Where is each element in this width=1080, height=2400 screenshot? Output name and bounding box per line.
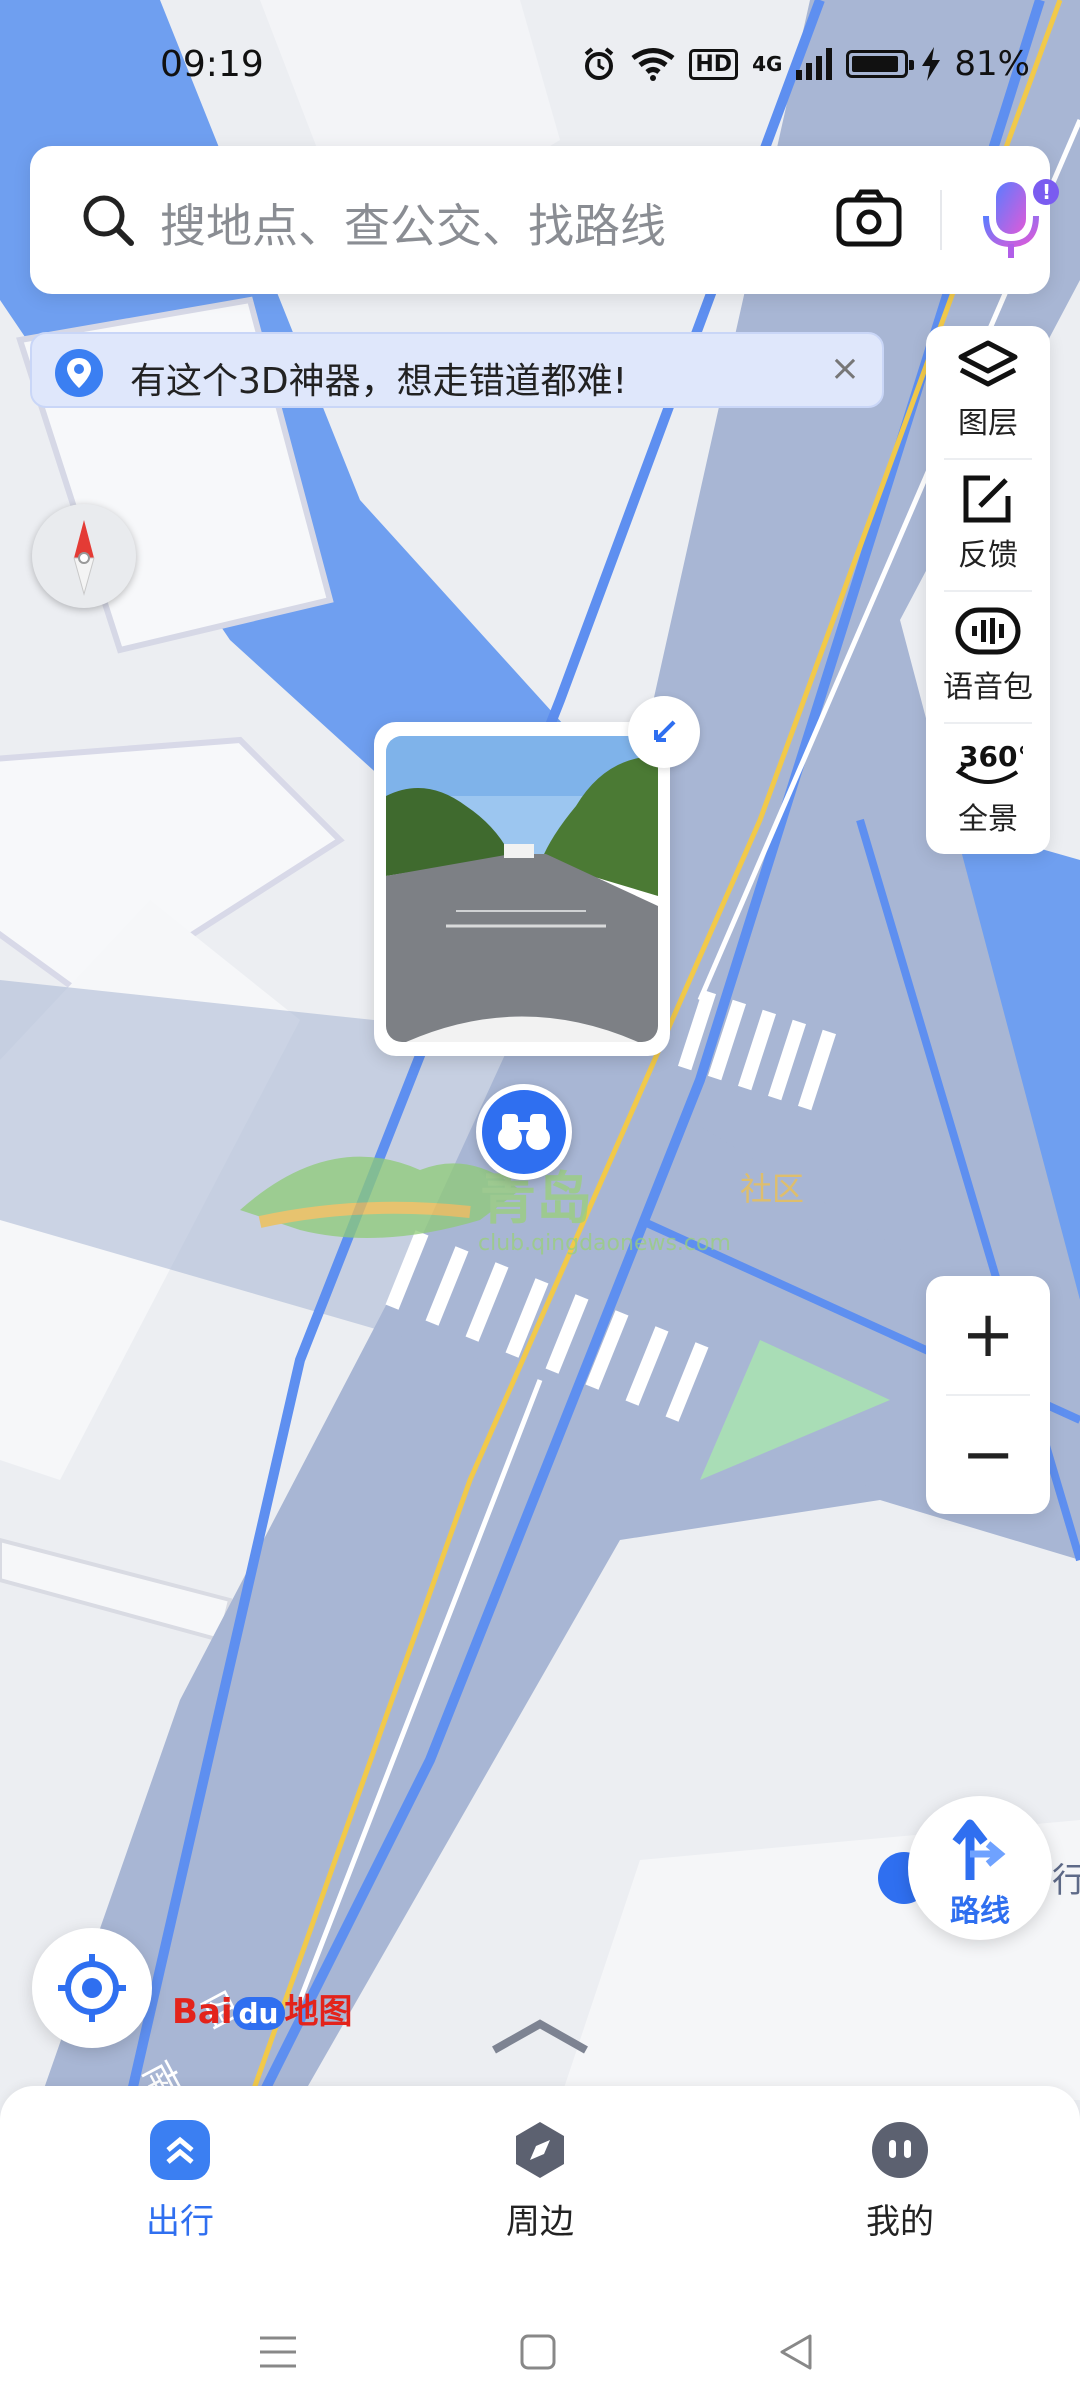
feedback-icon [963, 475, 1011, 523]
back-icon[interactable] [776, 2332, 816, 2372]
battery-percent: 81% [954, 44, 1030, 84]
search-bar[interactable]: 搜地点、查公交、找路线 ! [30, 146, 1059, 294]
my-location-button[interactable] [32, 1928, 152, 2048]
map-toolbar: 图层 反馈 语音包 360° 全景 [926, 326, 1050, 854]
layers-icon [958, 340, 1018, 387]
menu-icon[interactable] [258, 2332, 298, 2372]
system-nav-bar [0, 2228, 1080, 2400]
route-arrow-icon [952, 1819, 1006, 1880]
crosshair-icon [58, 1954, 126, 2022]
chevron-up-icon[interactable] [490, 2016, 590, 2056]
voice-pack-button[interactable]: 语音包 [926, 590, 1050, 722]
signal-icon [796, 48, 833, 80]
panorama-icon: 360° [955, 740, 1023, 784]
location-pin-icon [55, 349, 103, 397]
voice-pack-icon [955, 607, 1021, 655]
battery-icon [846, 50, 915, 78]
microphone-icon[interactable]: ! [974, 176, 1060, 266]
search-divider [940, 190, 942, 250]
alarm-icon [585, 47, 614, 80]
tab-travel[interactable]: 出行 [80, 2120, 280, 2243]
compass-needle-icon [73, 520, 95, 596]
layers-button[interactable]: 图层 [926, 326, 1050, 458]
home-icon[interactable] [518, 2332, 558, 2372]
zoom-in-button[interactable]: + [926, 1276, 1050, 1394]
zoom-controls: + − [926, 1276, 1050, 1514]
tab-nearby[interactable]: 周边 [440, 2120, 640, 2243]
layers-label: 图层 [958, 406, 1018, 441]
search-icon [83, 195, 134, 246]
travel-icon [150, 2120, 210, 2180]
zoom-out-button[interactable]: − [926, 1396, 1050, 1514]
status-time: 09:19 [160, 44, 264, 85]
map-edge-label: 行 [1052, 1861, 1080, 1901]
panorama-badge: 360° [959, 740, 1023, 773]
profile-icon [870, 2120, 930, 2180]
route-button[interactable]: 路线 [908, 1796, 1052, 1940]
voice-pack-label: 语音包 [943, 670, 1033, 705]
street-view-marker[interactable] [476, 1084, 572, 1180]
baidu-map-logo: Bai du 地图 [172, 1992, 353, 2032]
network-label: 4G [752, 52, 783, 76]
collapse-arrows-icon [654, 720, 676, 742]
compass-icon [510, 2120, 570, 2180]
banner-text: 有这个3D神器，想走错道都难! [130, 361, 628, 402]
street-view-preview[interactable] [374, 722, 670, 1056]
compass-button[interactable] [32, 504, 136, 608]
charging-icon [922, 47, 941, 81]
route-label: 路线 [950, 1894, 1010, 1929]
status-icons: HD 4G 81% [581, 44, 1030, 84]
hd-badge: HD [689, 48, 739, 80]
svg-text:!: ! [1042, 180, 1051, 204]
search-input[interactable]: 搜地点、查公交、找路线 [160, 190, 666, 256]
panorama-label: 全景 [958, 802, 1018, 837]
banner-close-button[interactable]: × [830, 348, 860, 389]
street-view-collapse-button[interactable] [628, 696, 700, 768]
street-view-photo[interactable] [386, 736, 658, 1042]
watermark-sub: 社区 [740, 1170, 804, 1208]
panorama-button[interactable]: 360° 全景 [926, 722, 1050, 854]
feedback-button[interactable]: 反馈 [926, 458, 1050, 590]
feedback-label: 反馈 [958, 538, 1018, 573]
watermark-url: club.qingdaonews.com [478, 1231, 731, 1256]
status-bar: 09:19 HD 4G 81% [0, 0, 1080, 130]
tab-profile[interactable]: 我的 [800, 2120, 1000, 2243]
wifi-icon [631, 48, 675, 81]
binoculars-icon [498, 1114, 550, 1150]
camera-icon[interactable] [836, 188, 902, 248]
promo-banner[interactable]: 有这个3D神器，想走错道都难! × [30, 332, 884, 408]
